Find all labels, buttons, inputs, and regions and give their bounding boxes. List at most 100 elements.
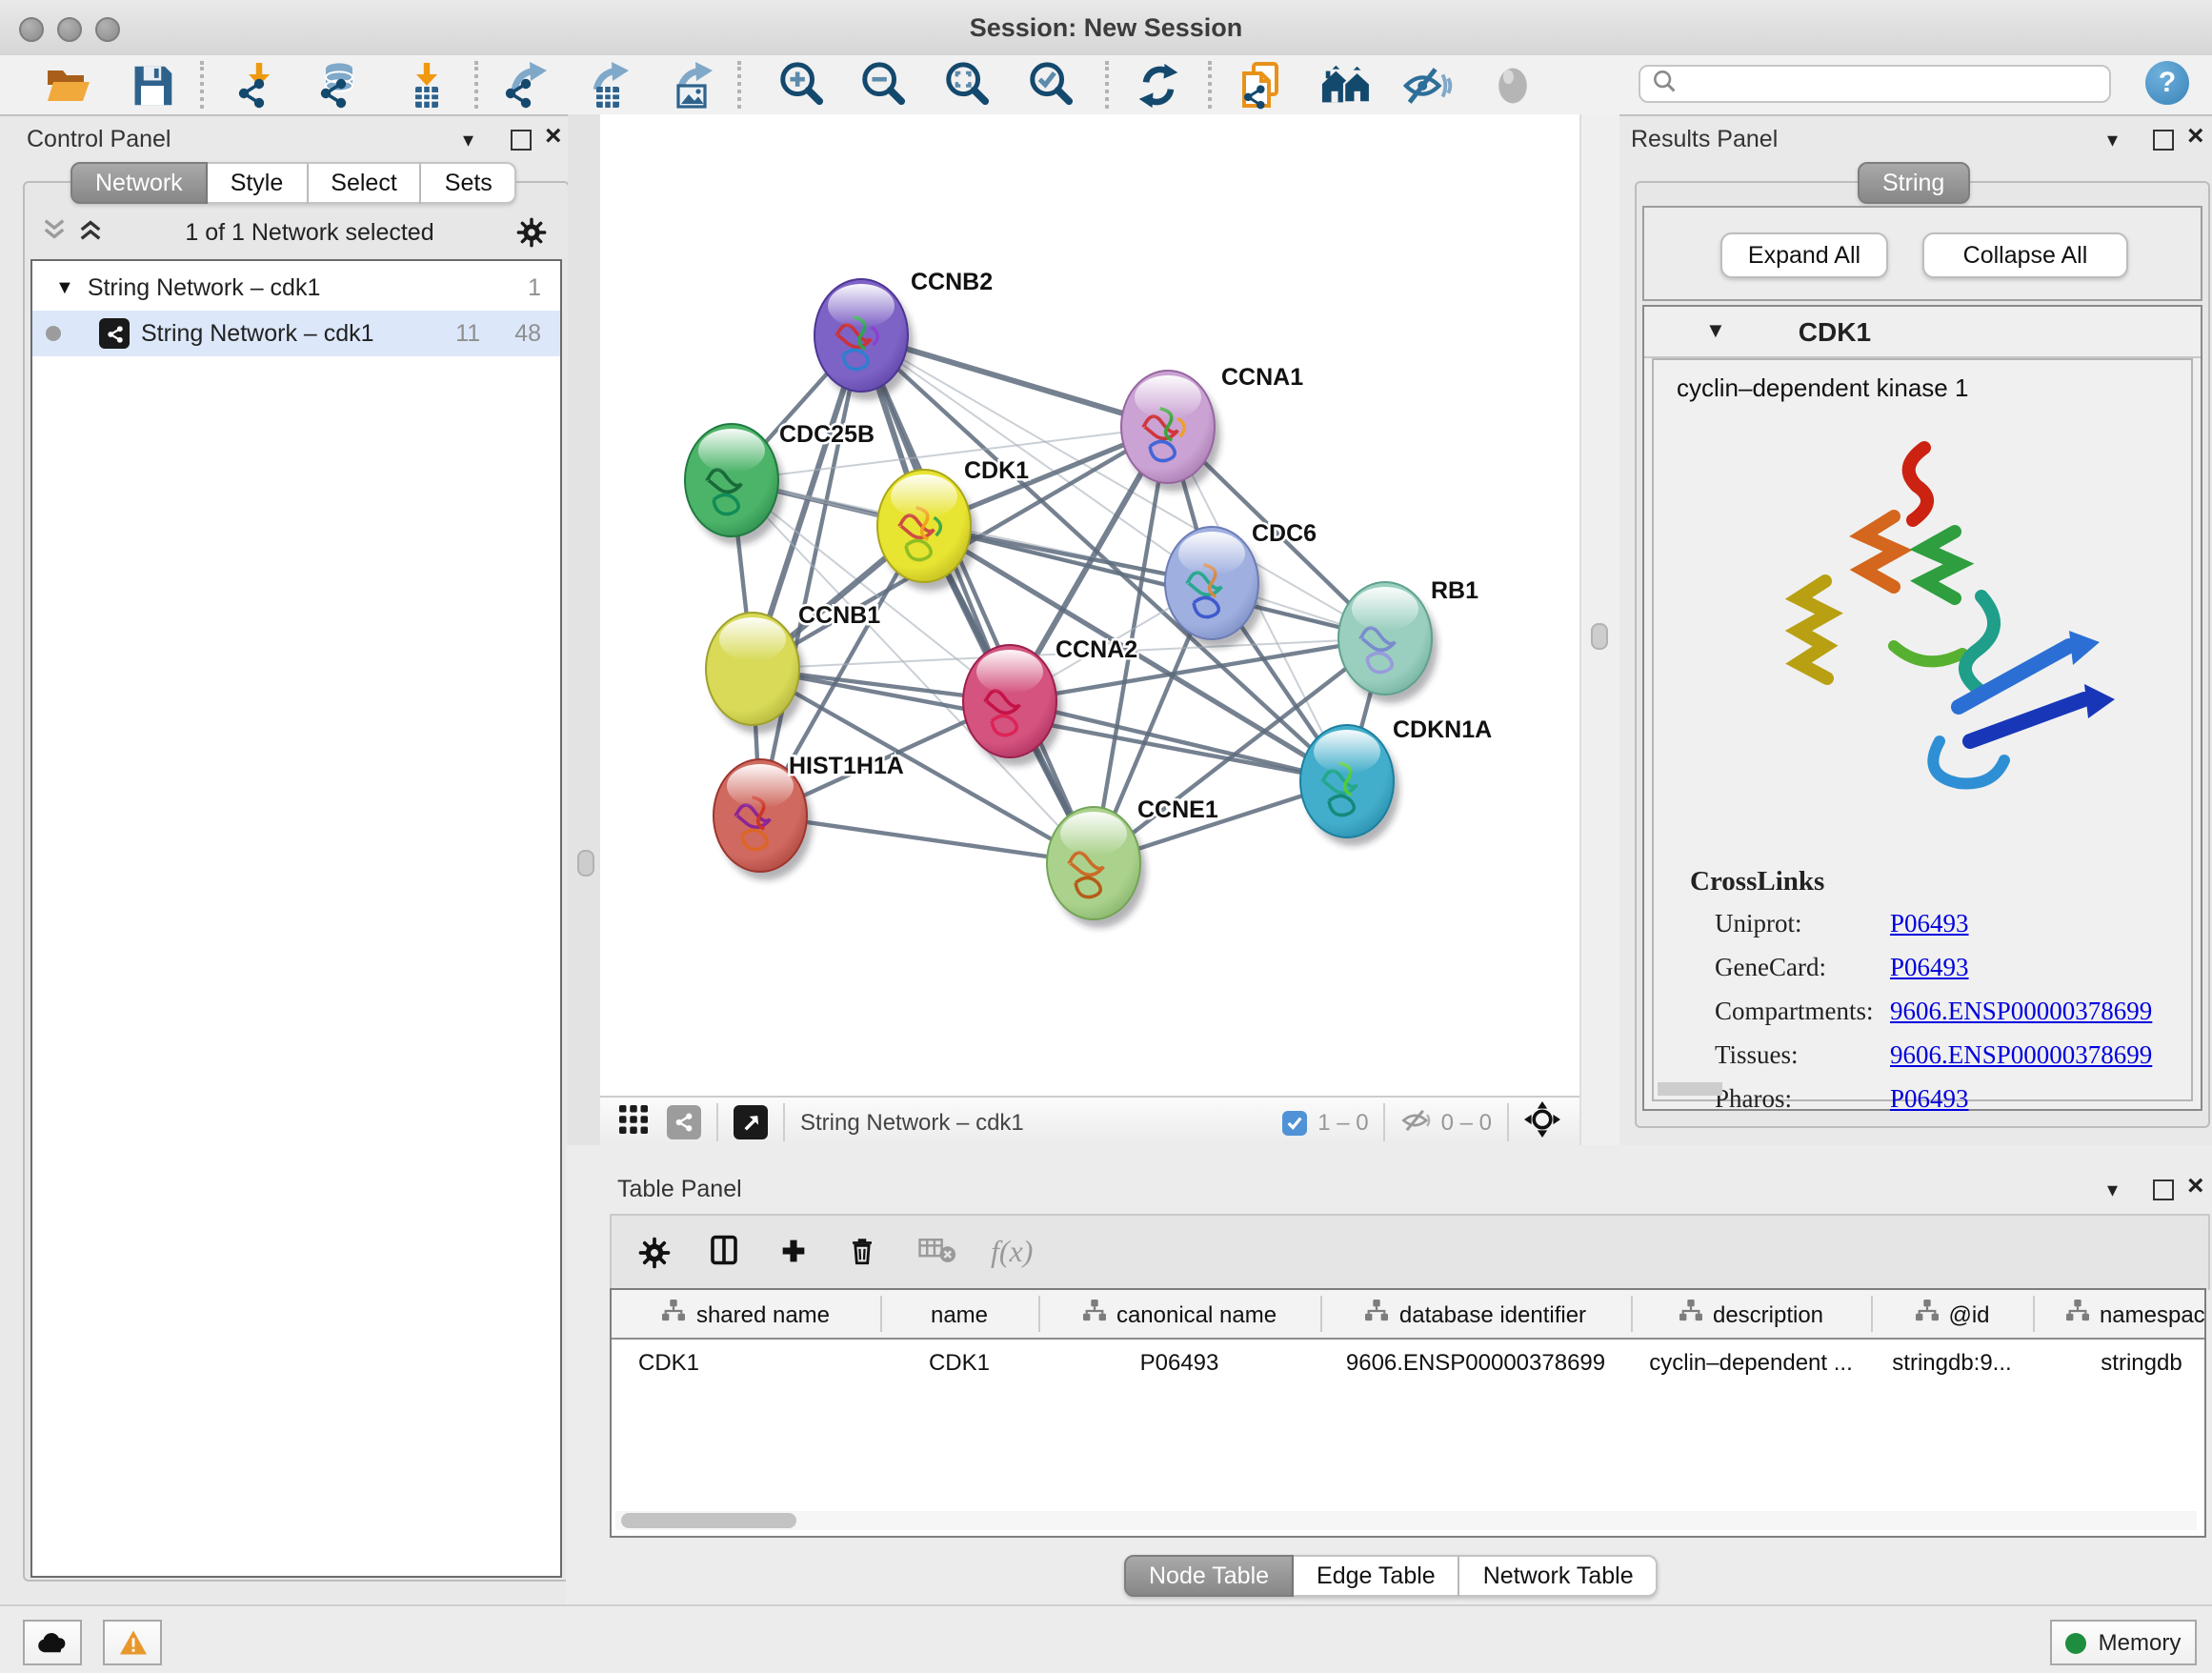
search-input[interactable]	[1639, 65, 2111, 103]
import-database-icon[interactable]	[314, 59, 366, 111]
table-cell[interactable]: stringdb	[2033, 1341, 2206, 1383]
column-header-shared-name[interactable]: shared name	[612, 1290, 880, 1338]
detach-view-icon[interactable]	[734, 1105, 768, 1139]
node-label-CDKN1A: CDKN1A	[1393, 716, 1492, 743]
table-cell[interactable]: P06493	[1038, 1341, 1320, 1383]
table-panel-float-icon[interactable]	[2153, 1179, 2174, 1206]
crosslink-value-link[interactable]: 9606.ENSP00000378699	[1890, 1040, 2152, 1071]
tab-style[interactable]: Style	[208, 162, 309, 204]
edge-CCNB2-HIST1H1A[interactable]	[760, 335, 861, 816]
network-canvas[interactable]: CCNB2CCNA1CDC25BCDK1CDC6RB1CCNB1CCNA2CDK…	[600, 114, 1579, 1096]
eye-hide-icon[interactable]	[1402, 59, 1454, 111]
results-section-header[interactable]: ▼ CDK1	[1644, 307, 2201, 358]
node-CCNB1[interactable]	[706, 613, 805, 734]
table-panel-menu-icon[interactable]: ▾	[2107, 1168, 2118, 1214]
column-header-name[interactable]: name	[880, 1290, 1038, 1338]
column-header-namespace[interactable]: namespace	[2033, 1290, 2206, 1338]
tab-node-table[interactable]: Node Table	[1124, 1555, 1294, 1597]
network-collection-row[interactable]: ▼ String Network – cdk1 1	[32, 265, 560, 311]
zoom-out-icon[interactable]	[857, 59, 909, 111]
node-CDKN1A[interactable]	[1300, 725, 1399, 846]
network-overview-icon[interactable]	[667, 1105, 701, 1139]
section-expand-icon[interactable]: ▼	[1705, 320, 1726, 343]
edge-CCNB2-CCNE1[interactable]	[861, 335, 1094, 863]
zoom-fit-icon[interactable]	[941, 59, 993, 111]
zoom-selected-icon[interactable]	[1025, 59, 1076, 111]
network-selection-status: 1 of 1 Network selected	[103, 219, 516, 246]
control-panel-menu-icon[interactable]: ▾	[463, 118, 473, 164]
tab-network[interactable]: Network	[70, 162, 208, 204]
expand-all-icon[interactable]	[78, 217, 103, 248]
collapse-all-icon[interactable]	[42, 217, 67, 248]
column-header-database-identifier[interactable]: database identifier	[1320, 1290, 1631, 1338]
node-CDC25B[interactable]	[685, 424, 784, 545]
export-image-icon[interactable]	[665, 59, 716, 111]
open-folder-icon[interactable]	[42, 59, 93, 111]
eye-disabled-icon[interactable]	[1486, 59, 1538, 111]
crosslink-value-link[interactable]: P06493	[1890, 1084, 1969, 1115]
table-options-gear-icon[interactable]	[638, 1237, 671, 1269]
delete-column-icon[interactable]	[846, 1234, 878, 1272]
collection-expand-icon[interactable]: ▼	[55, 277, 74, 298]
results-panel-close-icon[interactable]: ×	[2187, 120, 2204, 152]
memory-button[interactable]: Memory	[2050, 1620, 2197, 1665]
control-panel-float-icon[interactable]	[511, 130, 532, 156]
crosslink-value-link[interactable]: P06493	[1890, 953, 1969, 983]
node-CCNA1[interactable]	[1121, 371, 1220, 492]
node-RB1[interactable]	[1338, 582, 1438, 703]
node-table[interactable]: shared namenamecanonical namedatabase id…	[610, 1288, 2206, 1538]
table-cell[interactable]: 9606.ENSP00000378699	[1320, 1341, 1631, 1383]
cloud-button[interactable]	[23, 1620, 82, 1665]
search-field[interactable]	[1677, 71, 2109, 97]
tab-edge-table[interactable]: Edge Table	[1294, 1555, 1460, 1597]
column-header-canonical-name[interactable]: canonical name	[1038, 1290, 1320, 1338]
export-table-icon[interactable]	[581, 59, 633, 111]
table-hscrollbar-thumb[interactable]	[621, 1513, 796, 1528]
table-cell[interactable]: cyclin–dependent ...	[1631, 1341, 1871, 1383]
birdseye-crosshair-icon[interactable]	[1524, 1101, 1560, 1143]
warning-button[interactable]	[103, 1620, 162, 1665]
table-hscrollbar[interactable]	[615, 1511, 2197, 1530]
refresh-icon[interactable]	[1132, 59, 1183, 111]
node-CCNB2[interactable]	[814, 279, 914, 400]
tab-network-table[interactable]: Network Table	[1460, 1555, 1659, 1597]
expand-all-button[interactable]: Expand All	[1720, 232, 1888, 278]
column-header-description[interactable]: description	[1631, 1290, 1871, 1338]
tab-select[interactable]: Select	[308, 162, 422, 204]
delete-table-icon	[918, 1235, 956, 1271]
export-network-icon[interactable]	[499, 59, 551, 111]
results-panel-menu-icon[interactable]: ▾	[2107, 118, 2118, 164]
right-splitter-handle[interactable]	[1591, 623, 1608, 650]
table-cell[interactable]: CDK1	[638, 1341, 888, 1383]
table-cell[interactable]: stringdb:9...	[1871, 1341, 2033, 1383]
tab-string[interactable]: String	[1858, 162, 1969, 204]
save-icon[interactable]	[126, 59, 177, 111]
import-network-icon[interactable]	[232, 59, 284, 111]
homes-icon[interactable]	[1320, 59, 1372, 111]
control-panel-close-icon[interactable]: ×	[545, 120, 562, 152]
column-header--id[interactable]: @id	[1871, 1290, 2033, 1338]
left-splitter[interactable]	[568, 114, 600, 1145]
help-icon[interactable]: ?	[2145, 61, 2189, 105]
import-table-icon[interactable]	[400, 59, 452, 111]
table-cell[interactable]: CDK1	[880, 1341, 1038, 1383]
table-panel-close-icon[interactable]: ×	[2187, 1170, 2204, 1202]
document-share-icon[interactable]	[1235, 59, 1286, 111]
network-row[interactable]: String Network – cdk1 11 48	[32, 311, 560, 356]
grid-view-icon[interactable]	[619, 1105, 648, 1139]
show-columns-icon[interactable]	[707, 1233, 741, 1273]
node-CDK1[interactable]	[877, 470, 976, 591]
left-splitter-handle[interactable]	[577, 850, 594, 877]
network-options-gear-icon[interactable]	[516, 217, 547, 248]
crosslink-value-link[interactable]: P06493	[1890, 909, 1969, 939]
crosslink-value-link[interactable]: 9606.ENSP00000378699	[1890, 997, 2152, 1027]
node-CCNE1[interactable]	[1047, 807, 1146, 928]
zoom-in-icon[interactable]	[775, 59, 827, 111]
node-CCNA2[interactable]	[963, 645, 1062, 766]
results-scrollbar[interactable]	[1658, 1082, 1722, 1096]
add-column-icon[interactable]	[777, 1234, 810, 1272]
results-panel-float-icon[interactable]	[2153, 130, 2174, 156]
collapse-all-button[interactable]: Collapse All	[1922, 232, 2128, 278]
selected-checkbox-icon[interactable]	[1281, 1110, 1306, 1135]
tab-sets[interactable]: Sets	[422, 162, 517, 204]
